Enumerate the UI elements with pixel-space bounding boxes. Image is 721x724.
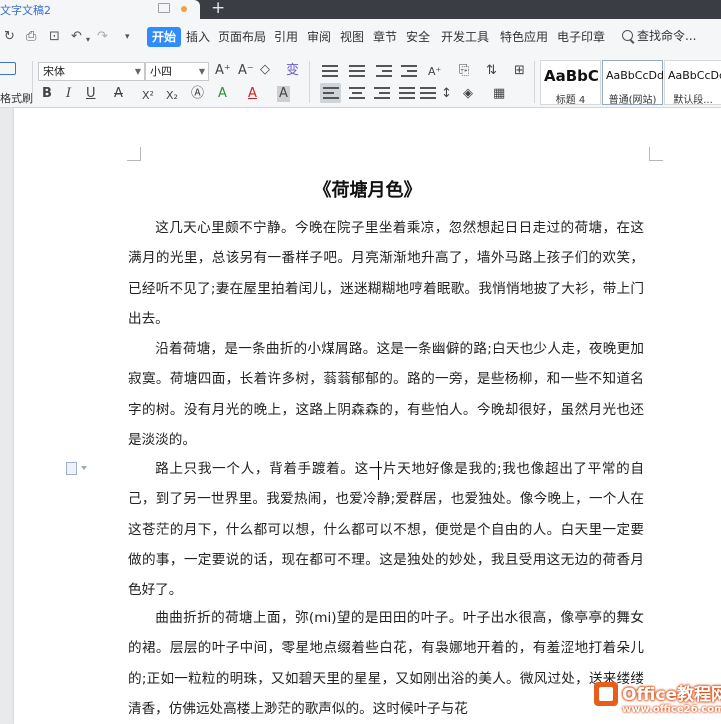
font-name-value: 宋体 bbox=[43, 65, 65, 78]
search-command[interactable]: 查找命令... bbox=[622, 29, 696, 43]
menu-tab-chapter[interactable]: 章节 bbox=[373, 30, 397, 44]
font-size-value: 小四 bbox=[150, 65, 172, 78]
office-logo-icon bbox=[594, 682, 618, 706]
paragraph[interactable]: 路上只我一个人，背着手踱着。这一片天地好像是我的;我也像超出了平常的自己，到了另… bbox=[128, 454, 644, 605]
menu-tab-e-seal[interactable]: 电子印章 bbox=[557, 30, 605, 44]
screen-icon[interactable] bbox=[158, 3, 170, 13]
style-default-paragraph[interactable]: AaBbCcDd 默认段... bbox=[664, 60, 721, 105]
underline-button[interactable]: U bbox=[86, 86, 96, 102]
line-spacing-icon[interactable]: ↕ bbox=[441, 86, 452, 102]
align-right-icon[interactable] bbox=[374, 86, 390, 100]
watermark: Office教程网 www.office26.com bbox=[590, 676, 721, 724]
highlight-color-icon[interactable]: A bbox=[218, 86, 227, 102]
document-tab-title: 文字文稿2 bbox=[0, 4, 51, 17]
chevron-down-icon: ▼ bbox=[198, 67, 205, 76]
undo-icon[interactable]: ↶ bbox=[71, 29, 82, 45]
font-name-select[interactable]: 宋体 ▼ bbox=[38, 62, 145, 81]
clear-format-icon[interactable]: ◇ bbox=[260, 62, 270, 78]
menu-tab-home[interactable]: 开始 bbox=[147, 27, 181, 47]
distribute-icon[interactable] bbox=[420, 86, 436, 100]
paragraph[interactable]: 这几天心里颇不宁静。今晚在院子里坐着乘凉，忽然想起日日走过的荷塘，在这满月的光里… bbox=[128, 213, 644, 334]
ribbon-toolbar: 格式刷 宋体 ▼ 小四 ▼ A⁺ A⁻ ◇ 变 B I U A X² X₂ Ⓐ A … bbox=[0, 55, 721, 108]
italic-button[interactable]: I bbox=[66, 86, 71, 102]
ribbon-divider bbox=[32, 61, 33, 103]
menu-tab-references[interactable]: 引用 bbox=[274, 30, 298, 44]
increase-indent-icon[interactable] bbox=[401, 64, 417, 78]
text-effect-icon[interactable]: Ⓐ bbox=[191, 86, 204, 102]
numbered-list-icon[interactable] bbox=[349, 64, 365, 78]
align-center-icon[interactable] bbox=[349, 86, 365, 100]
menu-tab-insert[interactable]: 插入 bbox=[186, 30, 210, 44]
style-name: 普通(网站) bbox=[608, 95, 657, 106]
page-margin-mark bbox=[649, 147, 663, 161]
menu-tab-view[interactable]: 视图 bbox=[340, 30, 364, 44]
page-margin-mark bbox=[127, 147, 141, 161]
undo-dropdown-icon[interactable]: ▾ bbox=[86, 32, 90, 48]
title-bar: 文字文稿2 + bbox=[0, 0, 721, 19]
paragraph[interactable]: 曲曲折折的荷塘上面，弥(mi)望的是田田的叶子。叶子出水很高，像亭亭的舞女的裙。… bbox=[128, 603, 644, 724]
paragraph-handle-icon[interactable] bbox=[66, 462, 87, 475]
show-hide-marks-icon[interactable]: ⎘ bbox=[459, 63, 469, 79]
chinese-layout-icon[interactable]: A⁺ bbox=[428, 64, 441, 80]
bullet-list-icon[interactable] bbox=[322, 64, 338, 78]
ribbon-divider bbox=[534, 61, 535, 103]
customize-quick-access-icon[interactable]: ▾ bbox=[125, 29, 130, 45]
text-cursor bbox=[378, 461, 379, 480]
paragraph-text[interactable]: 沿着荷塘，是一条曲折的小煤屑路。这是一条幽僻的路;白天也少人走，夜晚更加寂寞。荷… bbox=[128, 334, 644, 455]
menu-bar: ↻ ⎙ ⊡ ↶ ▾ ↷ ▾ 开始 插入 页面布局 引用 审阅 视图 章节 安全 … bbox=[0, 19, 721, 55]
style-heading4[interactable]: AaBbC 标题 4 bbox=[540, 60, 601, 106]
superscript-button[interactable]: X² bbox=[142, 88, 154, 104]
strikethrough-button[interactable]: A bbox=[114, 86, 123, 102]
menu-tab-features[interactable]: 特色应用 bbox=[500, 30, 548, 44]
decrease-indent-icon[interactable] bbox=[376, 64, 392, 78]
document-title[interactable]: 《荷塘月色》 bbox=[14, 180, 721, 202]
subscript-button[interactable]: X₂ bbox=[166, 88, 178, 104]
border-icon[interactable]: ▦ bbox=[493, 86, 505, 102]
redo-arc-icon[interactable]: ↻ bbox=[4, 29, 15, 45]
paragraph-text[interactable]: 曲曲折折的荷塘上面，弥(mi)望的是田田的叶子。叶子出水很高，像亭亭的舞女的裙。… bbox=[128, 603, 644, 724]
style-name: 标题 4 bbox=[555, 95, 586, 106]
align-left-icon bbox=[323, 86, 339, 100]
font-color-icon[interactable]: A bbox=[248, 86, 257, 102]
style-normal-web[interactable]: AaBbCcDd 普通(网站) bbox=[602, 60, 664, 106]
new-tab-button[interactable]: + bbox=[211, 0, 225, 18]
style-sample: AaBbCcDd bbox=[606, 69, 664, 82]
font-size-select[interactable]: 小四 ▼ bbox=[145, 62, 209, 81]
shading-fill-icon[interactable]: ◈ bbox=[463, 86, 473, 102]
style-sample: AaBbCcDd bbox=[668, 69, 721, 82]
character-shading-icon[interactable]: A bbox=[277, 86, 290, 102]
print-icon[interactable]: ⎙ bbox=[26, 29, 36, 45]
style-name: 默认段... bbox=[673, 95, 713, 105]
menu-tab-security[interactable]: 安全 bbox=[406, 30, 430, 44]
justify-icon[interactable] bbox=[399, 86, 415, 100]
redo-icon[interactable]: ↷ bbox=[97, 29, 108, 45]
menu-tab-review[interactable]: 审阅 bbox=[307, 30, 331, 44]
shrink-font-icon[interactable]: A⁻ bbox=[238, 63, 254, 79]
menu-tab-developer[interactable]: 开发工具 bbox=[441, 30, 489, 44]
grow-font-icon[interactable]: A⁺ bbox=[215, 63, 231, 79]
menu-tab-page-layout[interactable]: 页面布局 bbox=[218, 30, 266, 44]
bold-button[interactable]: B bbox=[42, 86, 52, 102]
format-painter-label[interactable]: 格式刷 bbox=[0, 90, 33, 106]
search-command-label: 查找命令... bbox=[637, 29, 697, 43]
table-insert-icon[interactable]: ⊞ bbox=[514, 63, 525, 79]
ribbon-divider bbox=[309, 61, 310, 103]
format-painter-icon[interactable] bbox=[0, 62, 16, 75]
watermark-url: www.office26.com bbox=[622, 704, 721, 715]
search-icon bbox=[622, 30, 633, 41]
paragraph[interactable]: 沿着荷塘，是一条曲折的小煤屑路。这是一条幽僻的路;白天也少人走，夜晚更加寂寞。荷… bbox=[128, 334, 644, 455]
unsaved-dot-icon bbox=[181, 6, 187, 12]
watermark-brand: Office教程网 bbox=[622, 685, 721, 705]
phonetic-guide-icon[interactable]: 变 bbox=[286, 63, 299, 79]
paragraph-text[interactable]: 这几天心里颇不宁静。今晚在院子里坐着乘凉，忽然想起日日走过的荷塘，在这满月的光里… bbox=[128, 213, 644, 334]
print-preview-icon[interactable]: ⊡ bbox=[49, 29, 60, 45]
sort-icon[interactable]: ⇅ bbox=[486, 63, 497, 79]
style-sample: AaBbC bbox=[544, 67, 599, 85]
chevron-down-icon: ▼ bbox=[134, 67, 141, 76]
document-tab[interactable]: 文字文稿2 bbox=[0, 0, 200, 19]
paragraph-text[interactable]: 路上只我一个人，背着手踱着。这一片天地好像是我的;我也像超出了平常的自己，到了另… bbox=[128, 454, 644, 605]
